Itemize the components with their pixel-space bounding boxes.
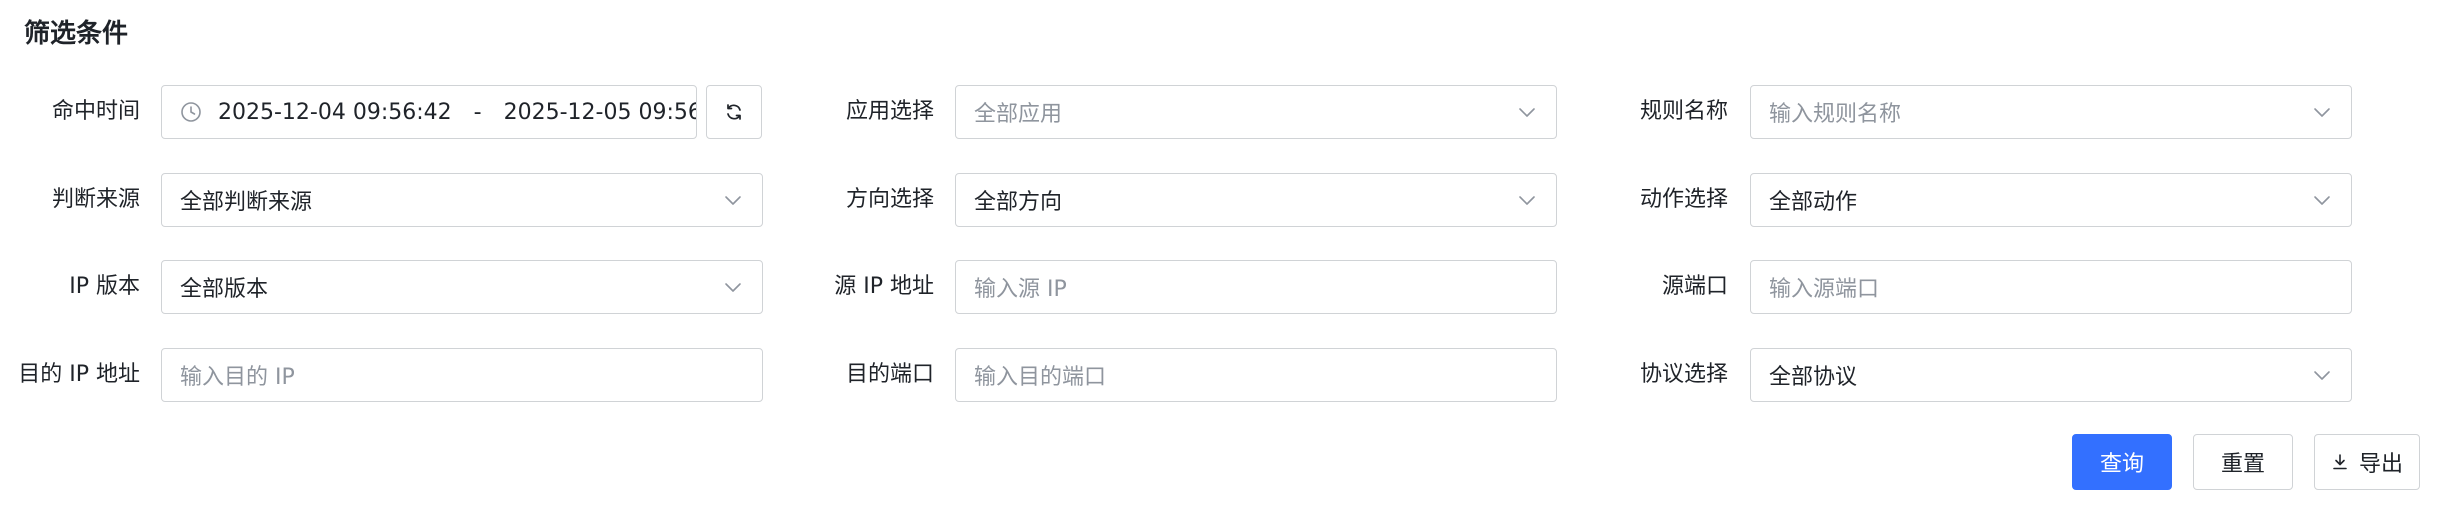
hit-time-start[interactable]: 2025-12-04 09:56:42 — [218, 100, 452, 125]
ip-version-label: IP 版本 — [69, 274, 140, 299]
reset-button-label: 重置 — [2220, 452, 2265, 477]
app-select-placeholder: 全部应用 — [974, 102, 1063, 127]
ip-version-select[interactable]: 全部版本 — [161, 260, 763, 314]
action-label: 动作选择 — [1639, 187, 1728, 212]
dst-port-input[interactable]: 输入目的端口 — [955, 348, 1557, 402]
panel-title: 筛选条件 — [24, 19, 129, 49]
src-ip-input[interactable]: 输入源 IP — [955, 260, 1557, 314]
ip-version-value: 全部版本 — [180, 277, 269, 302]
judge-source-label: 判断来源 — [51, 187, 140, 212]
action-select[interactable]: 全部动作 — [1750, 173, 2352, 227]
direction-select[interactable]: 全部方向 — [955, 173, 1557, 227]
rule-name-select[interactable]: 输入规则名称 — [1750, 85, 2352, 139]
protocol-select[interactable]: 全部协议 — [1750, 348, 2352, 402]
chevron-down-icon — [1519, 196, 1535, 205]
src-ip-placeholder: 输入源 IP — [974, 277, 1067, 302]
app-select[interactable]: 全部应用 — [955, 85, 1557, 139]
protocol-value: 全部协议 — [1769, 365, 1858, 390]
rule-name-label: 规则名称 — [1639, 99, 1728, 124]
dst-port-label: 目的端口 — [845, 362, 934, 387]
dst-ip-input[interactable]: 输入目的 IP — [161, 348, 763, 402]
chevron-down-icon — [2314, 196, 2330, 205]
hit-time-label: 命中时间 — [51, 99, 140, 124]
protocol-label: 协议选择 — [1639, 362, 1728, 387]
judge-source-value: 全部判断来源 — [180, 190, 313, 215]
chevron-down-icon — [725, 196, 741, 205]
src-port-placeholder: 输入源端口 — [1769, 277, 1880, 302]
direction-label: 方向选择 — [845, 187, 934, 212]
chevron-down-icon — [725, 283, 741, 292]
dst-ip-placeholder: 输入目的 IP — [180, 365, 295, 390]
query-button[interactable]: 查询 — [2072, 434, 2172, 490]
hit-time-range-picker[interactable]: 2025-12-04 09:56:42 - 2025-12-05 09:56:4… — [161, 85, 697, 139]
rule-name-placeholder: 输入规则名称 — [1769, 102, 1902, 127]
export-button-label: 导出 — [2358, 452, 2403, 477]
chevron-down-icon — [1519, 108, 1535, 117]
range-separator: - — [473, 99, 482, 125]
direction-value: 全部方向 — [974, 190, 1063, 215]
hit-time-end[interactable]: 2025-12-05 09:56:42 — [504, 100, 696, 125]
judge-source-select[interactable]: 全部判断来源 — [161, 173, 763, 227]
src-port-input[interactable]: 输入源端口 — [1750, 260, 2352, 314]
src-ip-label: 源 IP 地址 — [834, 274, 934, 299]
refresh-icon — [727, 104, 741, 120]
app-label: 应用选择 — [845, 99, 934, 124]
clock-icon — [181, 102, 201, 122]
dst-ip-label: 目的 IP 地址 — [18, 362, 140, 387]
dst-port-placeholder: 输入目的端口 — [974, 365, 1107, 390]
action-value: 全部动作 — [1769, 190, 1858, 215]
query-button-label: 查询 — [2099, 452, 2144, 477]
export-button[interactable]: 导出 — [2314, 434, 2420, 490]
src-port-label: 源端口 — [1661, 274, 1728, 299]
download-icon — [2333, 454, 2347, 470]
chevron-down-icon — [2314, 371, 2330, 380]
refresh-time-button[interactable] — [706, 85, 762, 139]
reset-button[interactable]: 重置 — [2193, 434, 2293, 490]
chevron-down-icon — [2314, 108, 2330, 117]
